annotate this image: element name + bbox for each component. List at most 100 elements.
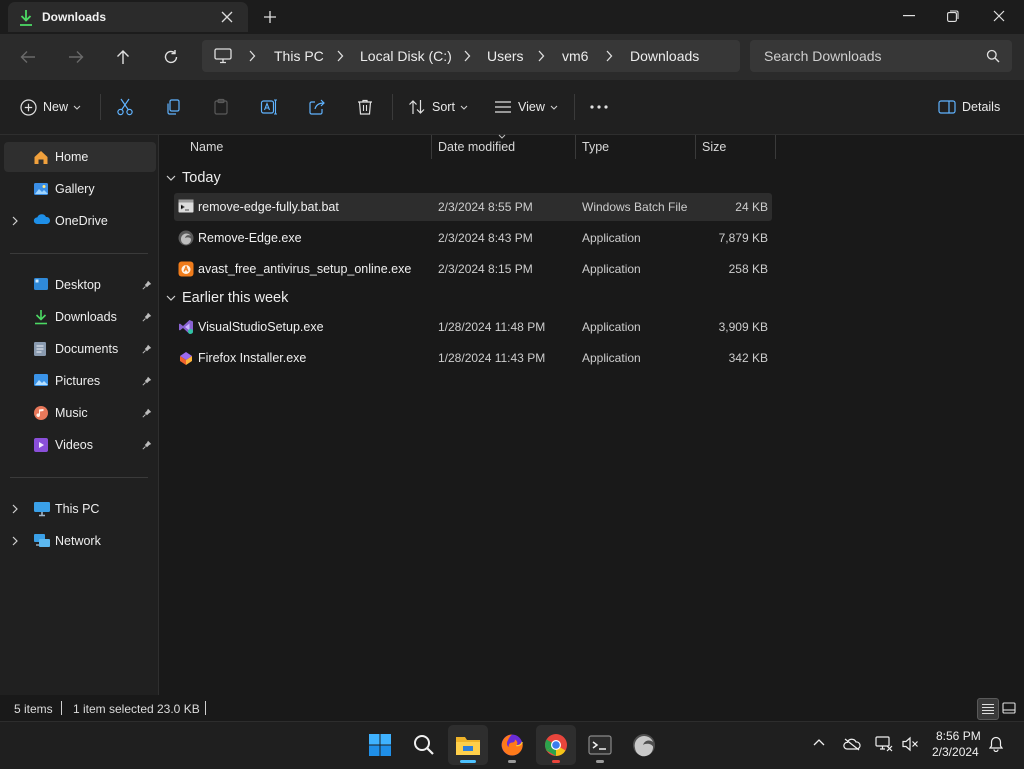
column-divider[interactable]: [575, 135, 576, 159]
paste-button[interactable]: [212, 96, 230, 118]
visual-studio-icon: [178, 319, 194, 335]
sidebar-item-home[interactable]: Home: [4, 142, 156, 172]
details-button[interactable]: Details: [938, 96, 1000, 118]
toolbar-divider: [574, 94, 575, 120]
column-header-date-modified[interactable]: Date modified: [438, 140, 515, 160]
details-view-icon: [981, 703, 995, 715]
taskbar-edge[interactable]: [624, 725, 664, 765]
window-tab[interactable]: Downloads: [8, 2, 248, 32]
view-button[interactable]: View: [494, 96, 558, 118]
details-label: Details: [962, 100, 1001, 114]
sidebar-item-label: Documents: [55, 342, 119, 356]
more-options-button[interactable]: [590, 96, 608, 118]
firefox-icon: [500, 733, 524, 757]
sidebar-item-this-pc[interactable]: This PC: [4, 494, 156, 524]
column-divider[interactable]: [695, 135, 696, 159]
file-date: 1/28/2024 11:43 PM: [438, 351, 546, 365]
up-button[interactable]: [109, 44, 137, 70]
share-button[interactable]: [308, 96, 326, 118]
new-tab-icon[interactable]: [262, 9, 278, 25]
group-header-today[interactable]: Today: [166, 167, 221, 189]
minimize-button[interactable]: [886, 0, 932, 32]
new-label: New: [43, 100, 69, 114]
breadcrumb-separator-icon: [605, 50, 613, 62]
rename-icon: [260, 98, 278, 116]
refresh-icon: [163, 49, 179, 65]
forward-button[interactable]: [62, 44, 90, 70]
taskbar-search-button[interactable]: [404, 725, 444, 765]
sidebar-item-music[interactable]: Music: [4, 398, 156, 428]
close-tab-icon[interactable]: [220, 10, 234, 24]
chevron-down-icon: [550, 105, 558, 110]
group-header-earlier-this-week[interactable]: Earlier this week: [166, 287, 288, 309]
taskbar-terminal[interactable]: [580, 725, 620, 765]
sidebar-item-onedrive[interactable]: OneDrive: [4, 206, 156, 236]
file-row[interactable]: Remove-Edge.exe 2/3/2024 8:43 PM Applica…: [174, 224, 772, 252]
file-row[interactable]: VisualStudioSetup.exe 1/28/2024 11:48 PM…: [174, 313, 772, 341]
taskbar-firefox[interactable]: [492, 725, 532, 765]
volume-muted-icon[interactable]: [901, 736, 919, 752]
chevron-right-icon[interactable]: [12, 536, 18, 546]
sidebar-item-downloads[interactable]: Downloads: [4, 302, 156, 332]
sort-button[interactable]: Sort: [408, 96, 468, 118]
file-date: 2/3/2024 8:55 PM: [438, 200, 533, 214]
breadcrumb-vm6[interactable]: vm6: [562, 48, 588, 64]
sidebar-item-pictures[interactable]: Pictures: [4, 366, 156, 396]
network-status-icon[interactable]: [875, 736, 893, 752]
notification-bell-icon[interactable]: [989, 736, 1003, 752]
chevron-right-icon[interactable]: [12, 216, 18, 226]
refresh-button[interactable]: [157, 44, 185, 70]
chevron-right-icon[interactable]: [12, 504, 18, 514]
copy-button[interactable]: [164, 96, 182, 118]
column-header-type[interactable]: Type: [582, 140, 609, 160]
sidebar-item-documents[interactable]: Documents: [4, 334, 156, 364]
clock-date: 2/3/2024: [932, 745, 979, 759]
rename-button[interactable]: [260, 96, 278, 118]
home-icon: [33, 149, 49, 165]
show-hidden-icons-icon[interactable]: [813, 738, 825, 746]
onedrive-status-icon[interactable]: [843, 737, 861, 751]
breadcrumb-users[interactable]: Users: [487, 48, 524, 64]
monitor-icon: [214, 48, 232, 64]
search-input[interactable]: Search Downloads: [750, 40, 1012, 72]
maximize-button[interactable]: [930, 0, 976, 32]
sidebar-item-network[interactable]: Network: [4, 526, 156, 556]
edge-app-icon: [178, 230, 194, 246]
pin-icon: [142, 280, 152, 290]
breadcrumb-downloads[interactable]: Downloads: [630, 48, 699, 64]
sidebar-item-videos[interactable]: Videos: [4, 430, 156, 460]
column-header-name[interactable]: Name: [190, 140, 223, 160]
column-divider[interactable]: [775, 135, 776, 159]
file-row[interactable]: avast_free_antivirus_setup_online.exe 2/…: [174, 255, 772, 283]
group-title: Earlier this week: [182, 290, 289, 306]
sidebar-item-label: This PC: [55, 502, 100, 516]
close-window-button[interactable]: [976, 0, 1022, 32]
taskbar-file-explorer[interactable]: [448, 725, 488, 765]
breadcrumb-separator-icon: [463, 50, 471, 62]
column-header-size[interactable]: Size: [702, 140, 726, 160]
toolbar-divider: [392, 94, 393, 120]
new-button[interactable]: New: [20, 96, 81, 118]
sidebar-item-gallery[interactable]: Gallery: [4, 174, 156, 204]
back-button[interactable]: [14, 44, 42, 70]
start-button[interactable]: [360, 725, 400, 765]
file-row[interactable]: remove-edge-fully.bat.bat 2/3/2024 8:55 …: [174, 193, 772, 221]
delete-button[interactable]: [356, 96, 374, 118]
file-size: 258 KB: [728, 262, 768, 276]
music-icon: [33, 405, 49, 421]
delete-icon: [356, 98, 374, 116]
address-bar[interactable]: This PC Local Disk (C:) Users vm6 Downlo…: [202, 40, 740, 72]
sidebar-item-label: Downloads: [55, 310, 117, 324]
sidebar-item-desktop[interactable]: Desktop: [4, 270, 156, 300]
cut-button[interactable]: [116, 96, 134, 118]
taskbar-chrome[interactable]: [536, 725, 576, 765]
breadcrumb-this-pc[interactable]: This PC: [274, 48, 324, 64]
column-divider[interactable]: [431, 135, 432, 159]
file-type: Application: [582, 231, 641, 245]
tiles-view-button[interactable]: [999, 698, 1019, 718]
breadcrumb-local-disk[interactable]: Local Disk (C:): [360, 48, 452, 64]
file-row[interactable]: Firefox Installer.exe 1/28/2024 11:43 PM…: [174, 344, 772, 372]
chevron-down-icon: [73, 105, 81, 110]
status-separator: [205, 701, 206, 715]
details-view-button[interactable]: [977, 698, 999, 720]
